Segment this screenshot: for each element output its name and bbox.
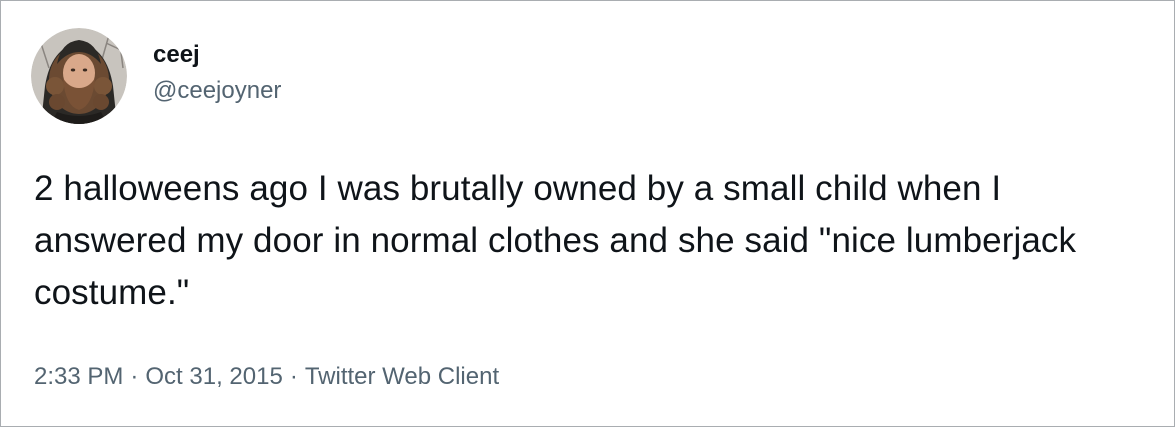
- avatar-image: [31, 28, 127, 124]
- tweet-source[interactable]: Twitter Web Client: [305, 363, 499, 390]
- meta-separator: ·: [130, 363, 139, 390]
- avatar[interactable]: [31, 28, 127, 124]
- tweet-header: ceej @ceejoyner: [31, 28, 281, 124]
- tweet-meta: 2:33 PM · Oct 31, 2015 · Twitter Web Client: [34, 361, 499, 393]
- tweet-time[interactable]: 2:33 PM: [34, 363, 123, 390]
- author-display-name[interactable]: ceej: [153, 40, 281, 70]
- author-handle[interactable]: @ceejoyner: [153, 76, 281, 106]
- tweet-date[interactable]: Oct 31, 2015: [145, 363, 282, 390]
- tweet-text: 2 halloweens ago I was brutally owned by…: [34, 169, 1077, 312]
- meta-separator: ·: [289, 363, 298, 390]
- tweet-card: ceej @ceejoyner 2 halloweens ago I was b…: [0, 0, 1175, 427]
- author-names: ceej @ceejoyner: [153, 40, 281, 106]
